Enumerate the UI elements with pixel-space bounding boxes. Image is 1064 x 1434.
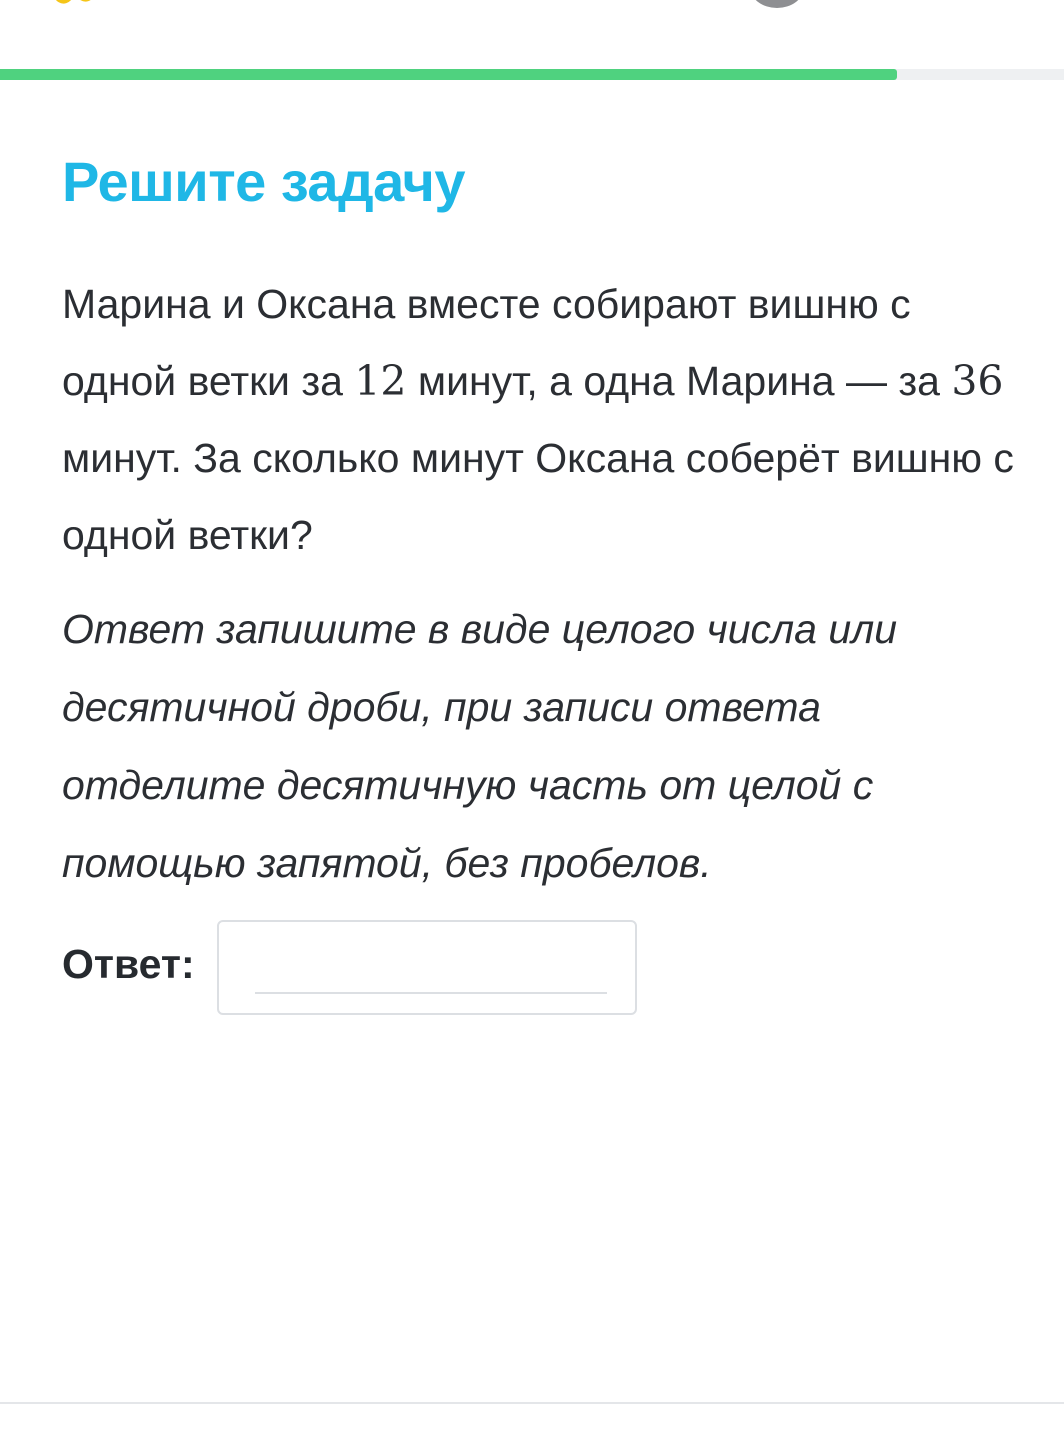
task-card: Решите задачу Марина и Оксана вместе соб… — [62, 140, 1022, 1015]
problem-number: 12 — [354, 357, 407, 405]
answer-input-underline — [254, 992, 607, 994]
answer-instructions: Ответ запишите в виде целого числа или д… — [62, 606, 898, 886]
progress-bar-fill — [0, 69, 897, 80]
problem-statement: Марина и Оксана вместе собирают вишню с … — [62, 266, 1022, 574]
answer-input[interactable] — [254, 940, 611, 994]
page-title: Решите задачу — [62, 150, 466, 213]
progress-bar — [0, 69, 1064, 80]
answer-field[interactable] — [216, 920, 637, 1015]
top-bar — [0, 0, 1064, 68]
answer-row: Ответ: — [62, 920, 1022, 1015]
problem-text-part: минут. За сколько минут Оксана соберёт в… — [62, 435, 1014, 558]
answer-label: Ответ: — [62, 941, 195, 987]
user-avatar-icon[interactable] — [750, 0, 804, 8]
bottom-divider — [0, 1402, 1064, 1404]
problem-text-part: минут, а одна Марина — за — [406, 358, 952, 404]
problem-number: 36 — [951, 357, 1004, 405]
app-logo-icon[interactable] — [40, 0, 110, 12]
